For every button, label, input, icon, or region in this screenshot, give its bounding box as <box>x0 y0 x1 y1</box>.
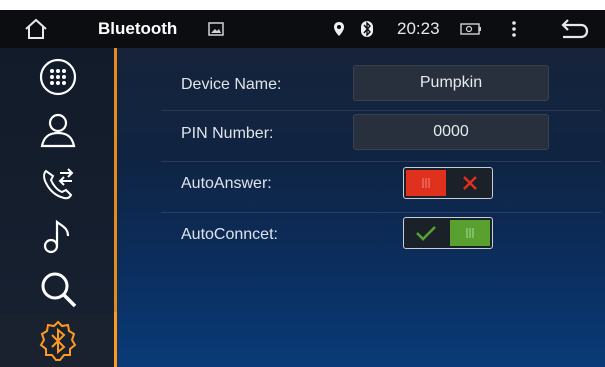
app-title: Bluetooth <box>98 19 178 38</box>
on-check-icon <box>406 220 446 246</box>
back-button[interactable] <box>556 10 592 48</box>
nav-music[interactable] <box>0 209 116 262</box>
row-divider <box>161 110 601 111</box>
nav-contacts[interactable] <box>0 103 116 156</box>
nav-search[interactable] <box>0 262 116 315</box>
auto-answer-toggle[interactable] <box>403 167 493 199</box>
home-icon <box>25 18 47 39</box>
toggle-thumb <box>406 170 446 196</box>
nav-call-log[interactable] <box>0 156 116 209</box>
bluetooth-icon <box>358 10 376 48</box>
search-icon <box>41 272 77 307</box>
more-vert-icon[interactable] <box>506 10 522 48</box>
clipped-heading-strip <box>0 0 605 10</box>
row-divider <box>161 212 601 213</box>
device-name-label: Device Name: <box>181 76 282 93</box>
contacts-icon <box>40 113 76 147</box>
nav-bluetooth-settings[interactable] <box>0 314 116 367</box>
auto-answer-label: AutoAnswer: <box>181 175 272 192</box>
home-button[interactable] <box>20 10 52 48</box>
status-bar: Bluetooth 20:23 <box>0 10 605 48</box>
toggle-thumb <box>450 220 490 246</box>
auto-connect-label: AutoConncet: <box>181 226 278 243</box>
back-icon <box>561 19 589 39</box>
bluetooth-settings-panel: Device Name: Pumpkin PIN Number: 0000 Au… <box>117 48 605 367</box>
device-name-field[interactable]: Pumpkin <box>353 65 549 101</box>
pin-number-field[interactable]: 0000 <box>353 114 549 150</box>
call-log-icon <box>43 167 74 199</box>
location-pin-icon <box>330 10 348 48</box>
off-x-icon <box>450 170 490 196</box>
gallery-icon <box>205 10 227 48</box>
auto-connect-toggle[interactable] <box>403 217 493 249</box>
music-icon <box>43 219 70 253</box>
sidebar <box>0 48 116 367</box>
pin-number-label: PIN Number: <box>181 125 274 142</box>
bluetooth-settings-icon <box>39 320 77 361</box>
clock: 20:23 <box>397 19 440 38</box>
nav-dialpad[interactable] <box>0 50 116 103</box>
dialpad-icon <box>39 58 77 95</box>
row-divider <box>161 161 601 162</box>
battery-icon <box>458 10 484 48</box>
